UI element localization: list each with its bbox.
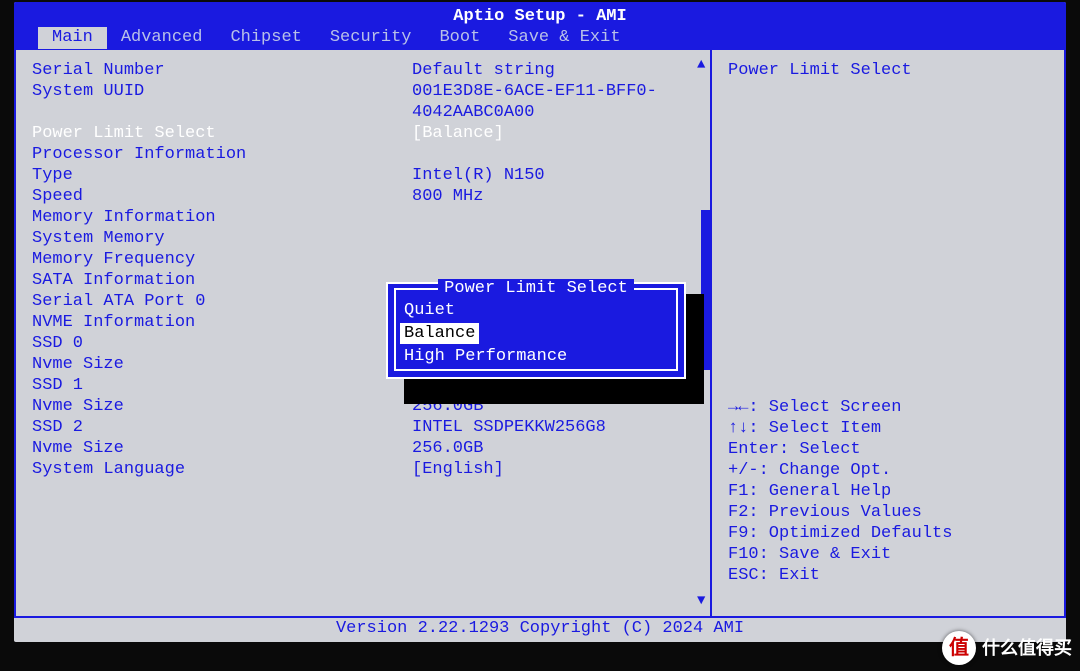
info-value: 001E3D8E-6ACE-EF11-BFF0- bbox=[412, 81, 694, 102]
power-limit-popup: Power Limit Select QuietBalanceHigh Perf… bbox=[386, 282, 686, 379]
tab-main[interactable]: Main bbox=[38, 27, 107, 49]
info-row: Speed800 MHz bbox=[32, 186, 694, 207]
info-label: SSD 0 bbox=[32, 333, 412, 354]
tab-row: MainAdvancedChipsetSecurityBootSave & Ex… bbox=[14, 26, 1066, 50]
info-row: Memory Information bbox=[32, 207, 694, 228]
info-value: [Balance] bbox=[412, 123, 694, 144]
watermark: 值 什么值得买 bbox=[942, 631, 1072, 665]
info-row: Memory Frequency bbox=[32, 249, 694, 270]
info-row: 4042AABC0A00 bbox=[32, 102, 694, 123]
info-label: Nvme Size bbox=[32, 438, 412, 459]
scroll-up-icon[interactable]: ▲ bbox=[697, 58, 711, 72]
info-row: System Memory bbox=[32, 228, 694, 249]
info-label bbox=[32, 102, 412, 123]
help-key-line: F10: Save & Exit bbox=[728, 544, 1048, 565]
info-row: TypeIntel(R) N150 bbox=[32, 165, 694, 186]
info-row: Nvme Size256.0GB bbox=[32, 438, 694, 459]
info-value: Intel(R) N150 bbox=[412, 165, 694, 186]
info-label: Nvme Size bbox=[32, 354, 412, 375]
help-key-line: F9: Optimized Defaults bbox=[728, 523, 1048, 544]
info-label: SSD 1 bbox=[32, 375, 412, 396]
header-bar: Aptio Setup - AMI MainAdvancedChipsetSec… bbox=[14, 2, 1066, 50]
info-value: 800 MHz bbox=[412, 186, 694, 207]
info-label: Processor Information bbox=[32, 144, 412, 165]
watermark-text: 什么值得买 bbox=[982, 638, 1072, 659]
selected-setting-row[interactable]: Power Limit Select[Balance] bbox=[32, 123, 694, 144]
help-title: Power Limit Select bbox=[728, 60, 1048, 81]
tab-security[interactable]: Security bbox=[316, 27, 426, 49]
info-row: Serial NumberDefault string bbox=[32, 60, 694, 81]
bios-screen: Aptio Setup - AMI MainAdvancedChipsetSec… bbox=[14, 2, 1066, 642]
key-help: →←: Select Screen↑↓: Select ItemEnter: S… bbox=[728, 397, 1048, 586]
footer-version: Version 2.22.1293 Copyright (C) 2024 AMI bbox=[14, 616, 1066, 640]
info-value bbox=[412, 207, 694, 228]
tab-boot[interactable]: Boot bbox=[425, 27, 494, 49]
info-value bbox=[412, 228, 694, 249]
info-value: 256.0GB bbox=[412, 438, 694, 459]
help-panel: Power Limit Select →←: Select Screen↑↓: … bbox=[712, 50, 1064, 616]
info-value bbox=[412, 144, 694, 165]
info-value: Default string bbox=[412, 60, 694, 81]
info-row: SSD 2INTEL SSDPEKKW256G8 bbox=[32, 417, 694, 438]
info-label: Memory Frequency bbox=[32, 249, 412, 270]
info-value: [English] bbox=[412, 459, 694, 480]
info-label: Nvme Size bbox=[32, 396, 412, 417]
info-label: SSD 2 bbox=[32, 417, 412, 438]
tab-chipset[interactable]: Chipset bbox=[216, 27, 315, 49]
app-title: Aptio Setup - AMI bbox=[14, 2, 1066, 26]
info-label: Serial ATA Port 0 bbox=[32, 291, 412, 312]
help-key-line: →←: Select Screen bbox=[728, 397, 1048, 418]
popup-option-high-performance[interactable]: High Performance bbox=[400, 346, 672, 367]
popup-title: Power Limit Select bbox=[396, 278, 676, 299]
info-label: Power Limit Select bbox=[32, 123, 412, 144]
setting-link-row[interactable]: System Language[English] bbox=[32, 459, 694, 480]
info-label: System UUID bbox=[32, 81, 412, 102]
info-value: 4042AABC0A00 bbox=[412, 102, 694, 123]
popup-option-quiet[interactable]: Quiet bbox=[400, 300, 672, 321]
help-key-line: ESC: Exit bbox=[728, 565, 1048, 586]
tab-advanced[interactable]: Advanced bbox=[107, 27, 217, 49]
info-label: SATA Information bbox=[32, 270, 412, 291]
info-row: System UUID001E3D8E-6ACE-EF11-BFF0- bbox=[32, 81, 694, 102]
watermark-badge-icon: 值 bbox=[942, 631, 976, 665]
info-label: Serial Number bbox=[32, 60, 412, 81]
info-label: Memory Information bbox=[32, 207, 412, 228]
help-key-line: ↑↓: Select Item bbox=[728, 418, 1048, 439]
info-label: System Memory bbox=[32, 228, 412, 249]
info-value: INTEL SSDPEKKW256G8 bbox=[412, 417, 694, 438]
info-value bbox=[412, 249, 694, 270]
info-label: Type bbox=[32, 165, 412, 186]
scroll-down-icon[interactable]: ▼ bbox=[697, 594, 711, 608]
info-label: NVME Information bbox=[32, 312, 412, 333]
info-label: Speed bbox=[32, 186, 412, 207]
help-key-line: Enter: Select bbox=[728, 439, 1048, 460]
tab-save-exit[interactable]: Save & Exit bbox=[494, 27, 634, 49]
help-key-line: +/-: Change Opt. bbox=[728, 460, 1048, 481]
info-label: System Language bbox=[32, 459, 412, 480]
help-key-line: F2: Previous Values bbox=[728, 502, 1048, 523]
info-row: Processor Information bbox=[32, 144, 694, 165]
popup-option-balance[interactable]: Balance bbox=[400, 323, 479, 344]
help-key-line: F1: General Help bbox=[728, 481, 1048, 502]
